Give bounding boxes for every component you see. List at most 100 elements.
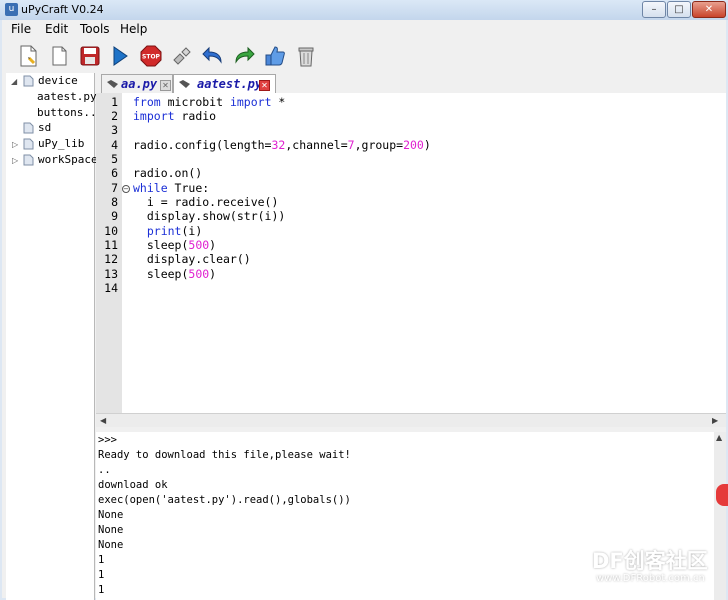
code-text: display.clear() [133,252,251,266]
watermark-logo-icon [547,547,583,583]
code-line[interactable]: radio.on() [133,166,202,180]
tab-aa-py[interactable]: aa.py ✕ [101,74,173,93]
open-file-icon[interactable] [47,44,71,68]
menu-edit[interactable]: Edit [45,22,68,36]
menu-bar: File Edit Tools Help [2,20,726,39]
tab-aatest-py[interactable]: aatest.py ✕ [173,74,276,94]
code-line[interactable]: sleep(500) [133,267,216,281]
code-text: ,channel= [285,138,348,152]
code-text: True: [167,181,210,195]
tree-item-label: sd [38,121,52,134]
code-line[interactable]: import radio [133,109,216,123]
line-number: 4 [111,138,118,152]
title-bar[interactable]: u uPyCraft V0.24 – □ ✕ [0,0,728,20]
line-number: 7 [111,181,118,195]
undo-icon[interactable] [201,44,225,68]
line-number: 6 [111,166,118,180]
folder-icon [23,138,34,150]
line-number-gutter: 1 2 3 4 5 6 7 8 9 10 11 12 13 14 [96,93,122,413]
line-number: 13 [104,267,118,281]
tab-label: aa.py [121,77,158,91]
menu-help[interactable]: Help [120,22,147,36]
code-keyword: while [133,181,168,195]
expand-arrow-icon[interactable]: ▷ [12,140,18,149]
code-number: 500 [188,238,210,252]
code-line[interactable]: from microbit import * [133,95,285,109]
redo-icon[interactable] [232,44,256,68]
watermark-url: www.DFRobot.com.cn [596,573,705,584]
tree-item-label: workSpace [38,153,98,166]
fold-toggle-icon[interactable]: − [122,185,130,193]
code-line[interactable]: print(i) [133,224,202,238]
code-text: * [271,95,286,109]
code-text: sleep( [133,267,189,281]
scroll-up-icon[interactable]: ▲ [716,433,722,442]
tab-label: aatest.py [197,77,263,91]
code-editor[interactable]: 1 2 3 4 5 6 7 8 9 10 11 12 13 14 − from … [96,93,726,413]
code-line[interactable]: i = radio.receive() [133,195,279,209]
syntax-check-icon[interactable] [263,44,287,68]
menu-file[interactable]: File [11,22,31,36]
terminal-line: None [98,539,124,551]
terminal-line: >>> [98,434,117,446]
tree-item-label: uPy_lib [38,137,85,150]
code-line[interactable]: sleep(500) [133,238,216,252]
code-text: display.show(str(i)) [133,209,286,223]
code-number: 500 [188,267,210,281]
svg-text:STOP: STOP [142,54,161,61]
code-number: 32 [271,138,286,152]
code-line[interactable]: display.show(str(i)) [133,209,285,223]
tab-close-icon[interactable]: ✕ [160,80,171,91]
scroll-right-icon[interactable]: ▶ [712,416,718,425]
line-number: 1 [111,95,118,109]
tab-close-icon[interactable]: ✕ [259,80,270,91]
app-icon: u [5,3,18,16]
code-number: 200 [403,138,424,152]
window-title: uPyCraft V0.24 [21,3,104,16]
code-keyword: import [229,95,272,109]
scroll-left-icon[interactable]: ◀ [100,416,106,425]
line-number: 9 [111,209,118,223]
run-icon[interactable] [108,44,132,68]
file-tab-icon [179,80,190,88]
terminal-line: download ok [98,479,168,491]
line-number: 3 [111,123,118,137]
editor-horizontal-scrollbar[interactable]: ◀ ▶ [96,413,726,428]
code-text: sleep( [133,238,189,252]
close-button[interactable]: ✕ [692,1,726,18]
terminal-line: exec(open('aatest.py').read(),globals()) [98,494,351,506]
editor-tabs: aa.py ✕ aatest.py ✕ [96,73,726,94]
folder-icon [23,154,34,166]
collapse-arrow-icon[interactable]: ◢ [11,77,17,86]
save-icon[interactable] [78,44,102,68]
code-line[interactable]: while True: [133,181,209,195]
tree-item-label: aatest.py [37,90,97,103]
expand-arrow-icon[interactable]: ▷ [12,156,18,165]
code-text: radio [174,109,217,123]
code-line[interactable]: display.clear() [133,252,251,266]
terminal-line: None [98,524,124,536]
tree-item-label: device [38,74,78,87]
new-file-icon[interactable] [16,44,40,68]
code-text: radio.on() [133,166,203,180]
menu-tools[interactable]: Tools [80,22,110,36]
terminal-line: 1 [98,554,105,566]
code-line[interactable]: radio.config(length=32,channel=7,group=2… [133,138,431,152]
terminal-line: 1 [98,569,105,581]
tree-item-label: buttons... [37,106,104,119]
terminal-line: .. [98,464,111,476]
connect-icon[interactable] [170,44,194,68]
side-feedback-tab[interactable] [716,484,728,506]
code-keyword: print [146,224,182,238]
stop-icon[interactable]: STOP [139,44,163,68]
toolbar: STOP [2,39,726,74]
line-number: 14 [104,281,118,295]
clear-icon[interactable] [294,44,318,68]
file-tab-icon [107,80,118,88]
line-number: 5 [111,152,118,166]
code-keyword: import [133,109,175,123]
minimize-button[interactable]: – [642,1,666,18]
code-number: 7 [347,138,355,152]
maximize-button[interactable]: □ [667,1,691,18]
